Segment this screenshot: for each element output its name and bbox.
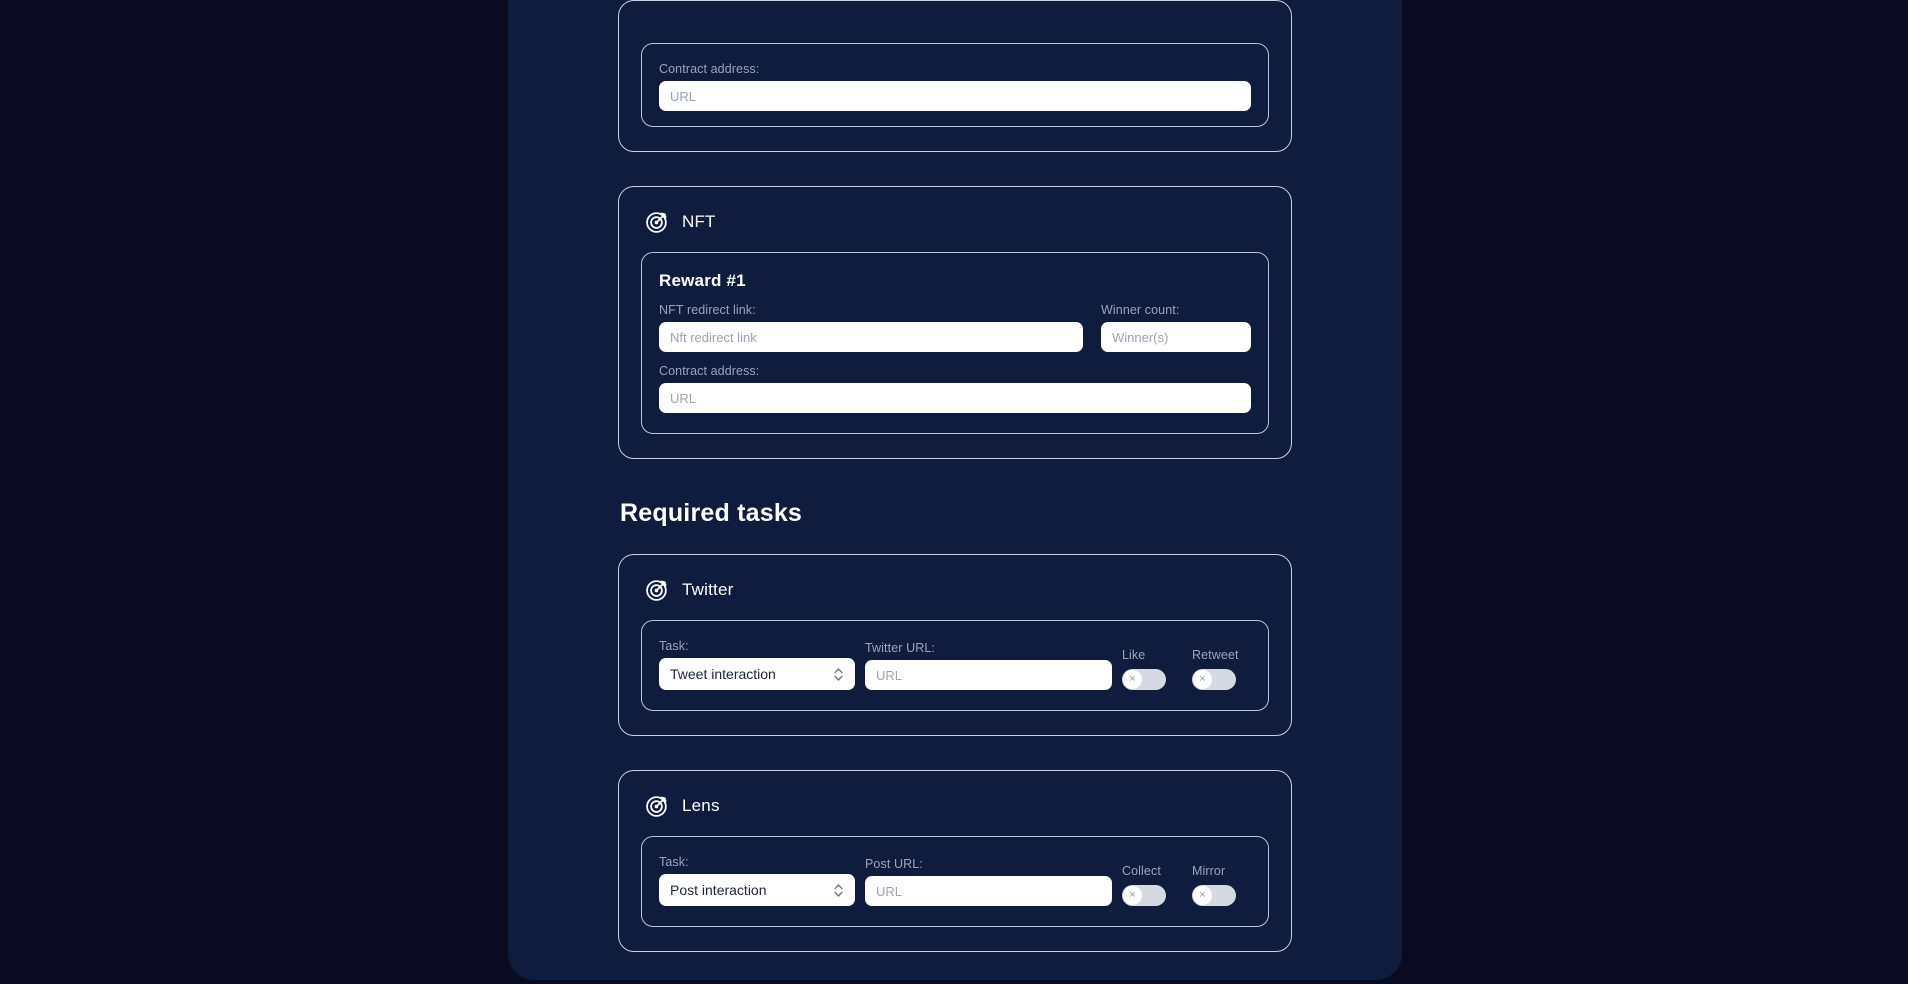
winner-count-label: Winner count:	[1101, 303, 1180, 317]
partial-reward-module: Contract address:	[618, 0, 1292, 152]
lens-task-label: Task:	[659, 855, 689, 869]
target-icon	[645, 793, 670, 818]
twitter-task-select-value: Tweet interaction	[670, 666, 776, 682]
lens-task-select-value: Post interaction	[670, 882, 767, 898]
twitter-task-panel: Task: Tweet interaction Twitter URL: URL…	[641, 620, 1269, 711]
lens-module-title: Lens	[682, 795, 720, 815]
nft-contract-address-label: Contract address:	[659, 364, 760, 378]
partial-contract-address-input[interactable]	[659, 81, 1251, 111]
twitter-task-row: Task: Tweet interaction Twitter URL: URL…	[659, 639, 1251, 690]
chevron-updown-icon[interactable]	[833, 882, 844, 899]
nft-contract-address-field: Contract address:	[659, 364, 1251, 413]
lens-mirror-toggle[interactable]: ×	[1192, 885, 1236, 906]
required-tasks-heading: Required tasks	[620, 499, 803, 527]
twitter-like-label: Like	[1122, 648, 1146, 662]
twitter-module-title: Twitter	[682, 579, 734, 599]
toggle-knob-off-icon: ×	[1193, 670, 1212, 689]
lens-url-input[interactable]	[865, 876, 1112, 906]
lens-task-panel: Task: Post interaction Post URL: URL Col…	[641, 836, 1269, 927]
twitter-url-label: Twitter URL:	[865, 641, 935, 655]
twitter-task-module: Twitter Task: Tweet interaction Twitter …	[618, 554, 1292, 736]
lens-url-label: Post URL:	[865, 857, 923, 871]
chevron-updown-icon[interactable]	[833, 666, 844, 683]
nft-module-header: NFT	[641, 209, 1269, 234]
twitter-like-toggle-cell: Like ×	[1122, 648, 1182, 690]
lens-mirror-label: Mirror	[1192, 864, 1226, 878]
target-icon	[645, 209, 670, 234]
twitter-task-label: Task:	[659, 639, 689, 653]
toggle-knob-off-icon: ×	[1123, 886, 1142, 905]
toggle-knob-off-icon: ×	[1193, 886, 1212, 905]
lens-mirror-toggle-cell: Mirror ×	[1192, 864, 1252, 906]
twitter-retweet-toggle[interactable]: ×	[1192, 669, 1236, 690]
nft-redirect-link-label: NFT redirect link:	[659, 303, 756, 317]
lens-task-module: Lens Task: Post interaction Post URL: UR…	[618, 770, 1292, 952]
nft-contract-address-input[interactable]	[659, 383, 1251, 413]
lens-url-field: Post URL:	[865, 857, 1112, 906]
lens-collect-toggle-cell: Collect ×	[1122, 864, 1182, 906]
lens-collect-toggle[interactable]: ×	[1122, 885, 1166, 906]
nft-module-title: NFT	[682, 211, 716, 231]
twitter-url-input[interactable]	[865, 660, 1112, 690]
twitter-like-toggle[interactable]: ×	[1122, 669, 1166, 690]
lens-task-row: Task: Post interaction Post URL: URL Col…	[659, 855, 1251, 906]
nft-module: NFT Reward #1 NFT redirect link: Winner …	[618, 186, 1292, 459]
target-icon	[645, 577, 670, 602]
winner-count-input[interactable]	[1101, 322, 1251, 352]
reward-title: Reward #1	[659, 271, 746, 290]
partial-contract-address-label: Contract address:	[659, 62, 760, 76]
twitter-module-header: Twitter	[641, 577, 1269, 602]
twitter-task-select-field: Task: Tweet interaction	[659, 639, 855, 690]
lens-collect-label: Collect	[1122, 864, 1161, 878]
twitter-retweet-toggle-cell: Retweet ×	[1192, 648, 1252, 690]
nft-reward-panel: Reward #1 NFT redirect link: Winner coun…	[641, 252, 1269, 434]
twitter-retweet-label: Retweet	[1192, 648, 1239, 662]
form-content: Contract address: NFT Rew	[508, 0, 1402, 984]
toggle-knob-off-icon: ×	[1123, 670, 1142, 689]
nft-redirect-link-input[interactable]	[659, 322, 1083, 352]
nft-redirect-link-field: NFT redirect link:	[659, 303, 1083, 352]
lens-task-select[interactable]: Post interaction	[659, 874, 855, 906]
lens-task-select-field: Task: Post interaction	[659, 855, 855, 906]
campaign-form-card: Contract address: NFT Rew	[508, 0, 1402, 980]
winner-count-field: Winner count:	[1101, 303, 1251, 352]
twitter-task-select[interactable]: Tweet interaction	[659, 658, 855, 690]
twitter-url-field: Twitter URL:	[865, 641, 1112, 690]
reward-top-row: NFT redirect link: Winner count:	[659, 303, 1251, 352]
partial-reward-panel: Contract address:	[641, 43, 1269, 127]
lens-module-header: Lens	[641, 793, 1269, 818]
